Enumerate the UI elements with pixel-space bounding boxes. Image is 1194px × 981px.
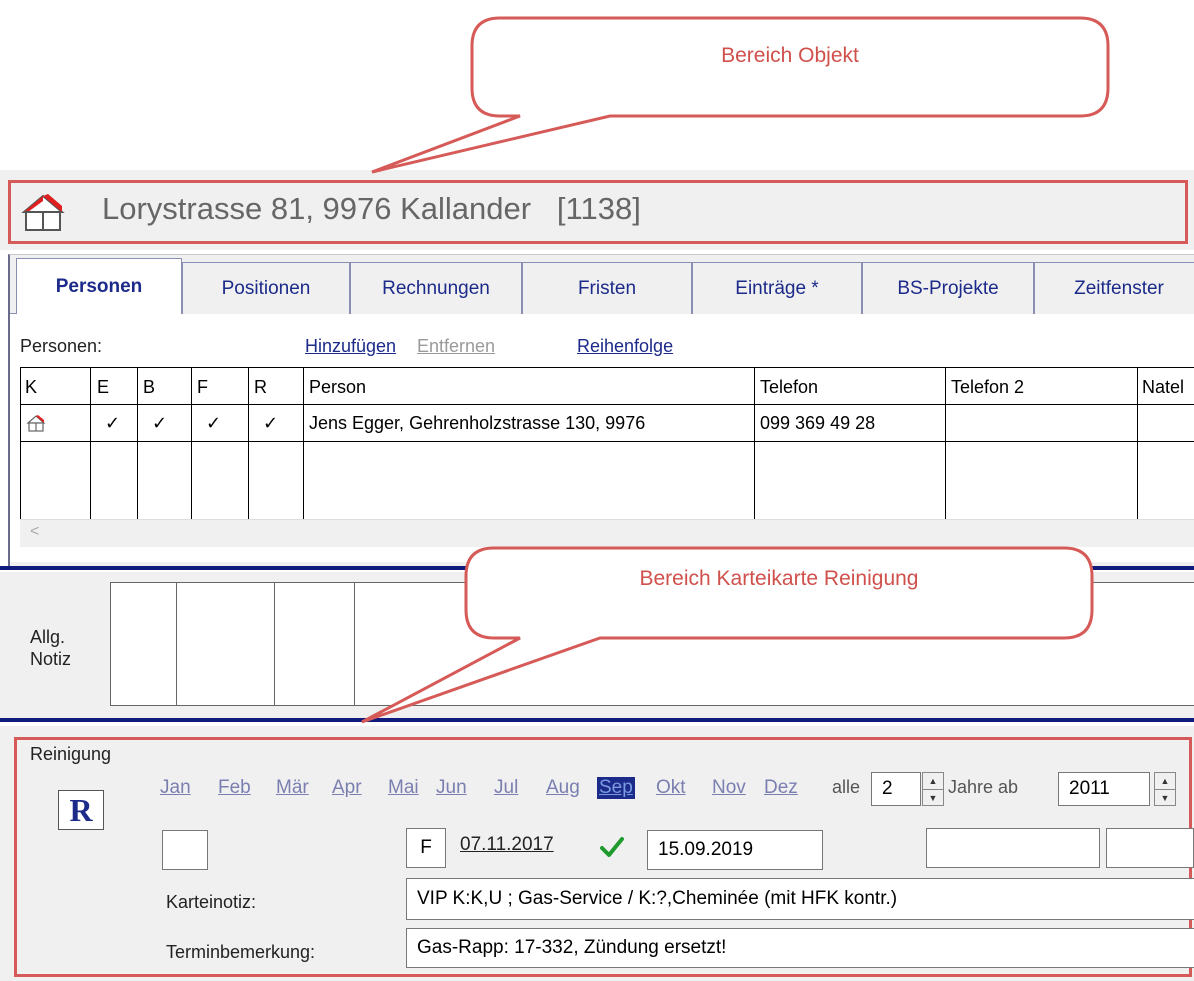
callout-shapes xyxy=(361,16,1110,724)
callout-label-reinigung: Bereich Karteikarte Reinigung xyxy=(639,567,919,590)
callout-bubble-top xyxy=(371,16,1110,174)
tab-personen[interactable]: Personen xyxy=(16,258,182,314)
callout-label-objekt: Bereich Objekt xyxy=(721,44,859,67)
